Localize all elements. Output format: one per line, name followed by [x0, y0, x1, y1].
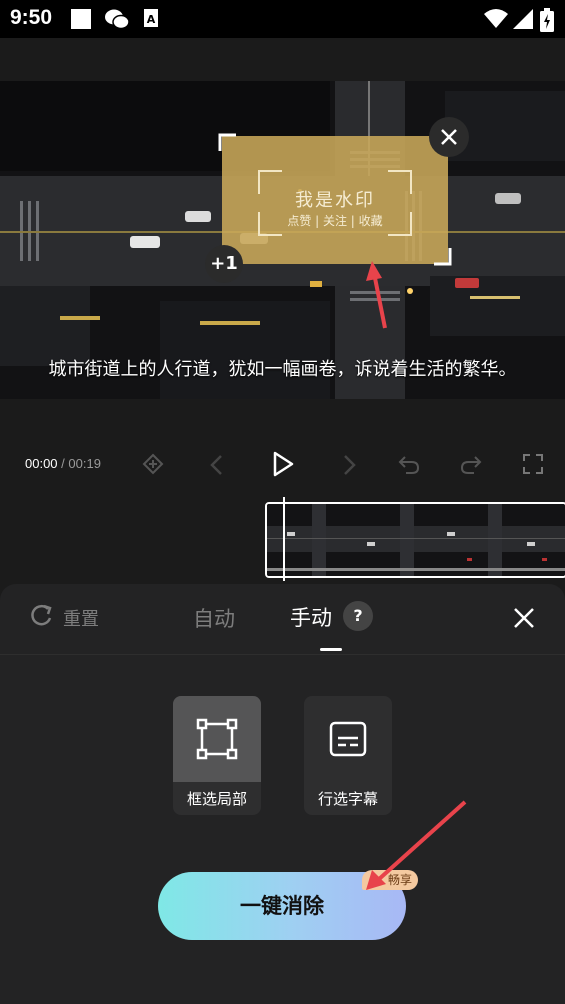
video-subtitle: 城市街道上的人行道，犹如一幅画卷，诉说着生活的繁华。: [48, 359, 517, 380]
watermark-title: 我是水印: [295, 190, 375, 211]
time-separator: /: [57, 456, 69, 471]
svg-text:A: A: [147, 13, 156, 26]
help-button[interactable]: ?: [343, 601, 373, 631]
vip-badge: 畅享: [362, 870, 418, 890]
text-a-icon: A: [144, 9, 158, 27]
box-select-icon: [196, 718, 238, 760]
current-time: 00:00: [25, 456, 58, 471]
annotation-arrow-icon: [366, 800, 467, 890]
status-bar: 9:50 A: [0, 0, 565, 38]
undo-icon[interactable]: [397, 453, 421, 475]
battery-charging-icon: [540, 8, 554, 32]
top-spacer: [0, 38, 565, 81]
tab-auto[interactable]: 自动: [193, 603, 235, 633]
signal-icon: [513, 9, 533, 29]
watermark-subtitle: 点赞 | 关注 | 收藏: [287, 214, 383, 228]
clip-thumbnails: [267, 504, 565, 576]
tool-subtitle-select[interactable]: 行选字幕: [304, 696, 392, 815]
tab-manual[interactable]: 手动: [290, 602, 332, 632]
panel-divider: [0, 654, 565, 655]
video-preview[interactable]: 我是水印 点赞 | 关注 | 收藏 +1 城市街道上的人行道，犹如一幅画卷，诉说…: [0, 81, 565, 399]
play-icon[interactable]: [270, 450, 296, 478]
blank-notification-icon: [71, 9, 91, 29]
keyframe-icon[interactable]: [142, 453, 164, 475]
remove-selection-button[interactable]: [429, 117, 469, 157]
removal-panel: 重置 自动 手动 ? 框选局部 行选字幕 一键消除 畅享: [0, 584, 565, 1004]
panel-close-icon[interactable]: [512, 606, 536, 630]
status-time: 9:50: [10, 6, 53, 29]
tool-box-select[interactable]: 框选局部: [173, 696, 261, 815]
wifi-icon: [484, 9, 508, 28]
next-frame-icon[interactable]: [339, 453, 359, 477]
reset-icon: [31, 604, 52, 626]
tool-box-select-label: 框选局部: [186, 790, 247, 808]
timeline[interactable]: [0, 497, 565, 583]
add-selection-button[interactable]: +1: [205, 245, 243, 283]
redo-icon[interactable]: [459, 453, 483, 475]
tool-subtitle-select-icon-area: [304, 696, 392, 782]
close-icon: [441, 129, 457, 145]
fullscreen-icon[interactable]: [522, 453, 544, 475]
reset-label: 重置: [63, 609, 99, 630]
tool-subtitle-select-label: 行选字幕: [317, 790, 378, 808]
playhead[interactable]: [283, 497, 285, 581]
total-time: 00:19: [68, 456, 101, 471]
subtitle-select-icon: [329, 721, 367, 757]
video-clip-strip[interactable]: [265, 502, 565, 578]
playback-controls: 00:00 / 00:19: [0, 440, 565, 490]
previous-frame-icon[interactable]: [207, 453, 227, 477]
watermark-selection-box[interactable]: 我是水印 点赞 | 关注 | 收藏: [222, 136, 448, 264]
time-display: 00:00 / 00:19: [25, 456, 101, 471]
tool-box-select-icon-area: [173, 696, 261, 782]
wechat-icon: [105, 9, 130, 30]
tab-indicator: [320, 648, 342, 651]
